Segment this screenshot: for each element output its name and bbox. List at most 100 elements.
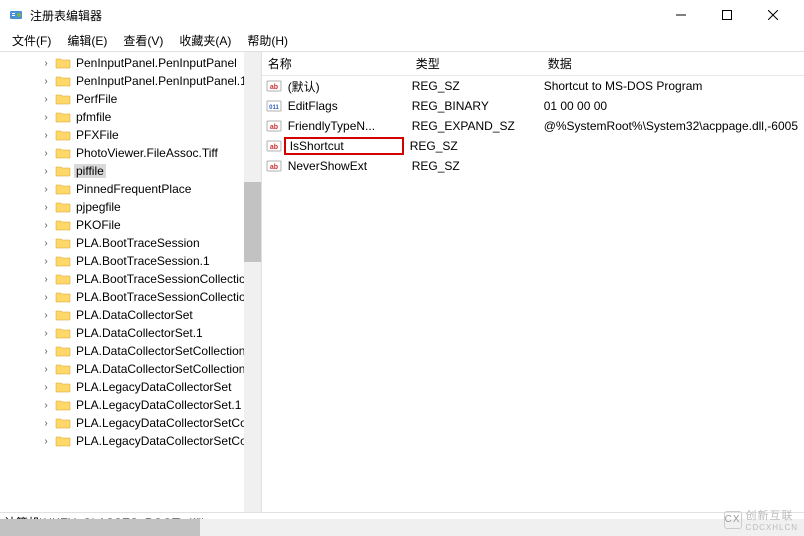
list-row[interactable]: abFriendlyTypeN...REG_EXPAND_SZ@%SystemR… [262, 116, 804, 136]
tree-label: pfmfile [74, 110, 113, 124]
value-name: EditFlags [286, 99, 406, 113]
tree-item[interactable]: ›PLA.LegacyDataCollectorSetCo [0, 414, 261, 432]
value-icon: ab [266, 158, 282, 174]
tree-item[interactable]: ›piffile [0, 162, 261, 180]
expand-icon[interactable]: › [40, 382, 52, 393]
tree-item[interactable]: › PenInputPanel.PenInputPanel.1 [0, 72, 261, 90]
folder-icon [55, 182, 71, 196]
tree-item[interactable]: ›PLA.LegacyDataCollectorSet.1 [0, 396, 261, 414]
menu-file[interactable]: 文件(F) [4, 30, 59, 51]
value-type: REG_EXPAND_SZ [406, 119, 538, 133]
list-row[interactable]: abIsShortcutREG_SZ [262, 136, 804, 156]
minimize-button[interactable] [658, 0, 704, 30]
expand-icon[interactable]: › [40, 220, 52, 231]
svg-text:ab: ab [270, 124, 278, 131]
tree-item[interactable]: ›PLA.LegacyDataCollectorSetCo [0, 432, 261, 450]
expand-icon[interactable]: › [40, 418, 52, 429]
folder-icon [55, 200, 71, 214]
tree-item[interactable]: ›PFXFile [0, 126, 261, 144]
expand-icon[interactable]: › [40, 76, 52, 87]
list-row[interactable]: abNeverShowExtREG_SZ [262, 156, 804, 176]
col-header-name[interactable]: 名称 [262, 55, 410, 72]
tree-scrollbar[interactable] [244, 52, 261, 512]
content: › PenInputPanel.PenInputPanel › PenInputPan… [0, 52, 804, 512]
tree-label: PLA.DataCollectorSetCollection [74, 362, 247, 376]
value-type: REG_SZ [404, 139, 536, 153]
value-name: (默认) [286, 78, 406, 95]
tree-item[interactable]: ›PLA.DataCollectorSet [0, 306, 261, 324]
tree-item[interactable]: ›PLA.DataCollectorSetCollection [0, 342, 261, 360]
expand-icon[interactable]: › [40, 94, 52, 105]
tree-item[interactable]: › PhotoViewer.FileAssoc.Tiff [0, 144, 261, 162]
folder-icon [55, 434, 71, 448]
tree-item[interactable]: › PLA.DataCollectorSetCollection [0, 360, 261, 378]
folder-icon [55, 146, 71, 160]
value-name: IsShortcut [284, 137, 404, 155]
tree-item[interactable]: ›PLA.BootTraceSessionCollectio [0, 270, 261, 288]
list-row[interactable]: 011EditFlagsREG_BINARY01 00 00 00 [262, 96, 804, 116]
window-controls [658, 0, 796, 30]
expand-icon[interactable]: › [40, 436, 52, 447]
expand-icon[interactable]: › [40, 310, 52, 321]
folder-icon [55, 308, 71, 322]
expand-icon[interactable]: › [40, 256, 52, 267]
menu-view[interactable]: 查看(V) [115, 30, 171, 51]
tree-item[interactable]: › PLA.BootTraceSession [0, 234, 261, 252]
expand-icon[interactable]: › [40, 148, 52, 159]
watermark-sub: CDCXHLCN [746, 523, 798, 532]
folder-icon [55, 128, 71, 142]
tree-label: PinnedFrequentPlace [74, 182, 193, 196]
tree-label: pjpegfile [74, 200, 123, 214]
tree-item[interactable]: › pfmfile [0, 108, 261, 126]
list-row[interactable]: ab(默认)REG_SZShortcut to MS-DOS Program [262, 76, 804, 96]
col-header-type[interactable]: 类型 [410, 55, 542, 72]
expand-icon[interactable]: › [40, 328, 52, 339]
tree-label: PLA.LegacyDataCollectorSet [74, 380, 233, 394]
expand-icon[interactable]: › [40, 238, 52, 249]
menu-favorites[interactable]: 收藏夹(A) [171, 30, 239, 51]
scrollbar-thumb[interactable] [0, 519, 200, 536]
tree-label: PenInputPanel.PenInputPanel [74, 56, 239, 70]
folder-icon [55, 362, 71, 376]
folder-icon [55, 416, 71, 430]
tree-item[interactable]: › pjpegfile [0, 198, 261, 216]
close-button[interactable] [750, 0, 796, 30]
menu-edit[interactable]: 编辑(E) [59, 30, 115, 51]
regedit-icon [8, 7, 24, 23]
folder-icon [55, 164, 71, 178]
watermark-text: 创新互联 [746, 507, 798, 523]
folder-icon [55, 218, 71, 232]
tree-item[interactable]: ›PLA.DataCollectorSet.1 [0, 324, 261, 342]
scrollbar-thumb[interactable] [244, 182, 261, 262]
maximize-button[interactable] [704, 0, 750, 30]
expand-icon[interactable]: › [40, 112, 52, 123]
expand-icon[interactable]: › [40, 130, 52, 141]
tree-item[interactable]: › PLA.BootTraceSession.1 [0, 252, 261, 270]
tree-item[interactable]: › PenInputPanel.PenInputPanel [0, 54, 261, 72]
expand-icon[interactable]: › [40, 400, 52, 411]
expand-icon[interactable]: › [40, 364, 52, 375]
col-header-data[interactable]: 数据 [542, 55, 804, 72]
expand-icon[interactable]: › [40, 166, 52, 177]
list-rows: ab(默认)REG_SZShortcut to MS-DOS Program 01… [262, 76, 804, 176]
tree-label: PLA.BootTraceSession [74, 236, 202, 250]
horizontal-scrollbar[interactable] [0, 519, 804, 536]
tree-item[interactable]: ›PerfFile [0, 90, 261, 108]
svg-text:011: 011 [269, 105, 279, 111]
expand-icon[interactable]: › [40, 184, 52, 195]
tree[interactable]: › PenInputPanel.PenInputPanel › PenInputPan… [0, 52, 261, 452]
tree-label: PenInputPanel.PenInputPanel.1 [74, 74, 249, 88]
expand-icon[interactable]: › [40, 58, 52, 69]
tree-label: PLA.BootTraceSession.1 [74, 254, 212, 268]
expand-icon[interactable]: › [40, 202, 52, 213]
menu-help[interactable]: 帮助(H) [239, 30, 296, 51]
tree-item[interactable]: › PinnedFrequentPlace [0, 180, 261, 198]
watermark-icon: CX [724, 511, 742, 529]
expand-icon[interactable]: › [40, 292, 52, 303]
tree-item[interactable]: ›PLA.BootTraceSessionCollectio [0, 288, 261, 306]
tree-item[interactable]: › PLA.LegacyDataCollectorSet [0, 378, 261, 396]
tree-label: PhotoViewer.FileAssoc.Tiff [74, 146, 220, 160]
expand-icon[interactable]: › [40, 346, 52, 357]
tree-item[interactable]: ›PKOFile [0, 216, 261, 234]
expand-icon[interactable]: › [40, 274, 52, 285]
